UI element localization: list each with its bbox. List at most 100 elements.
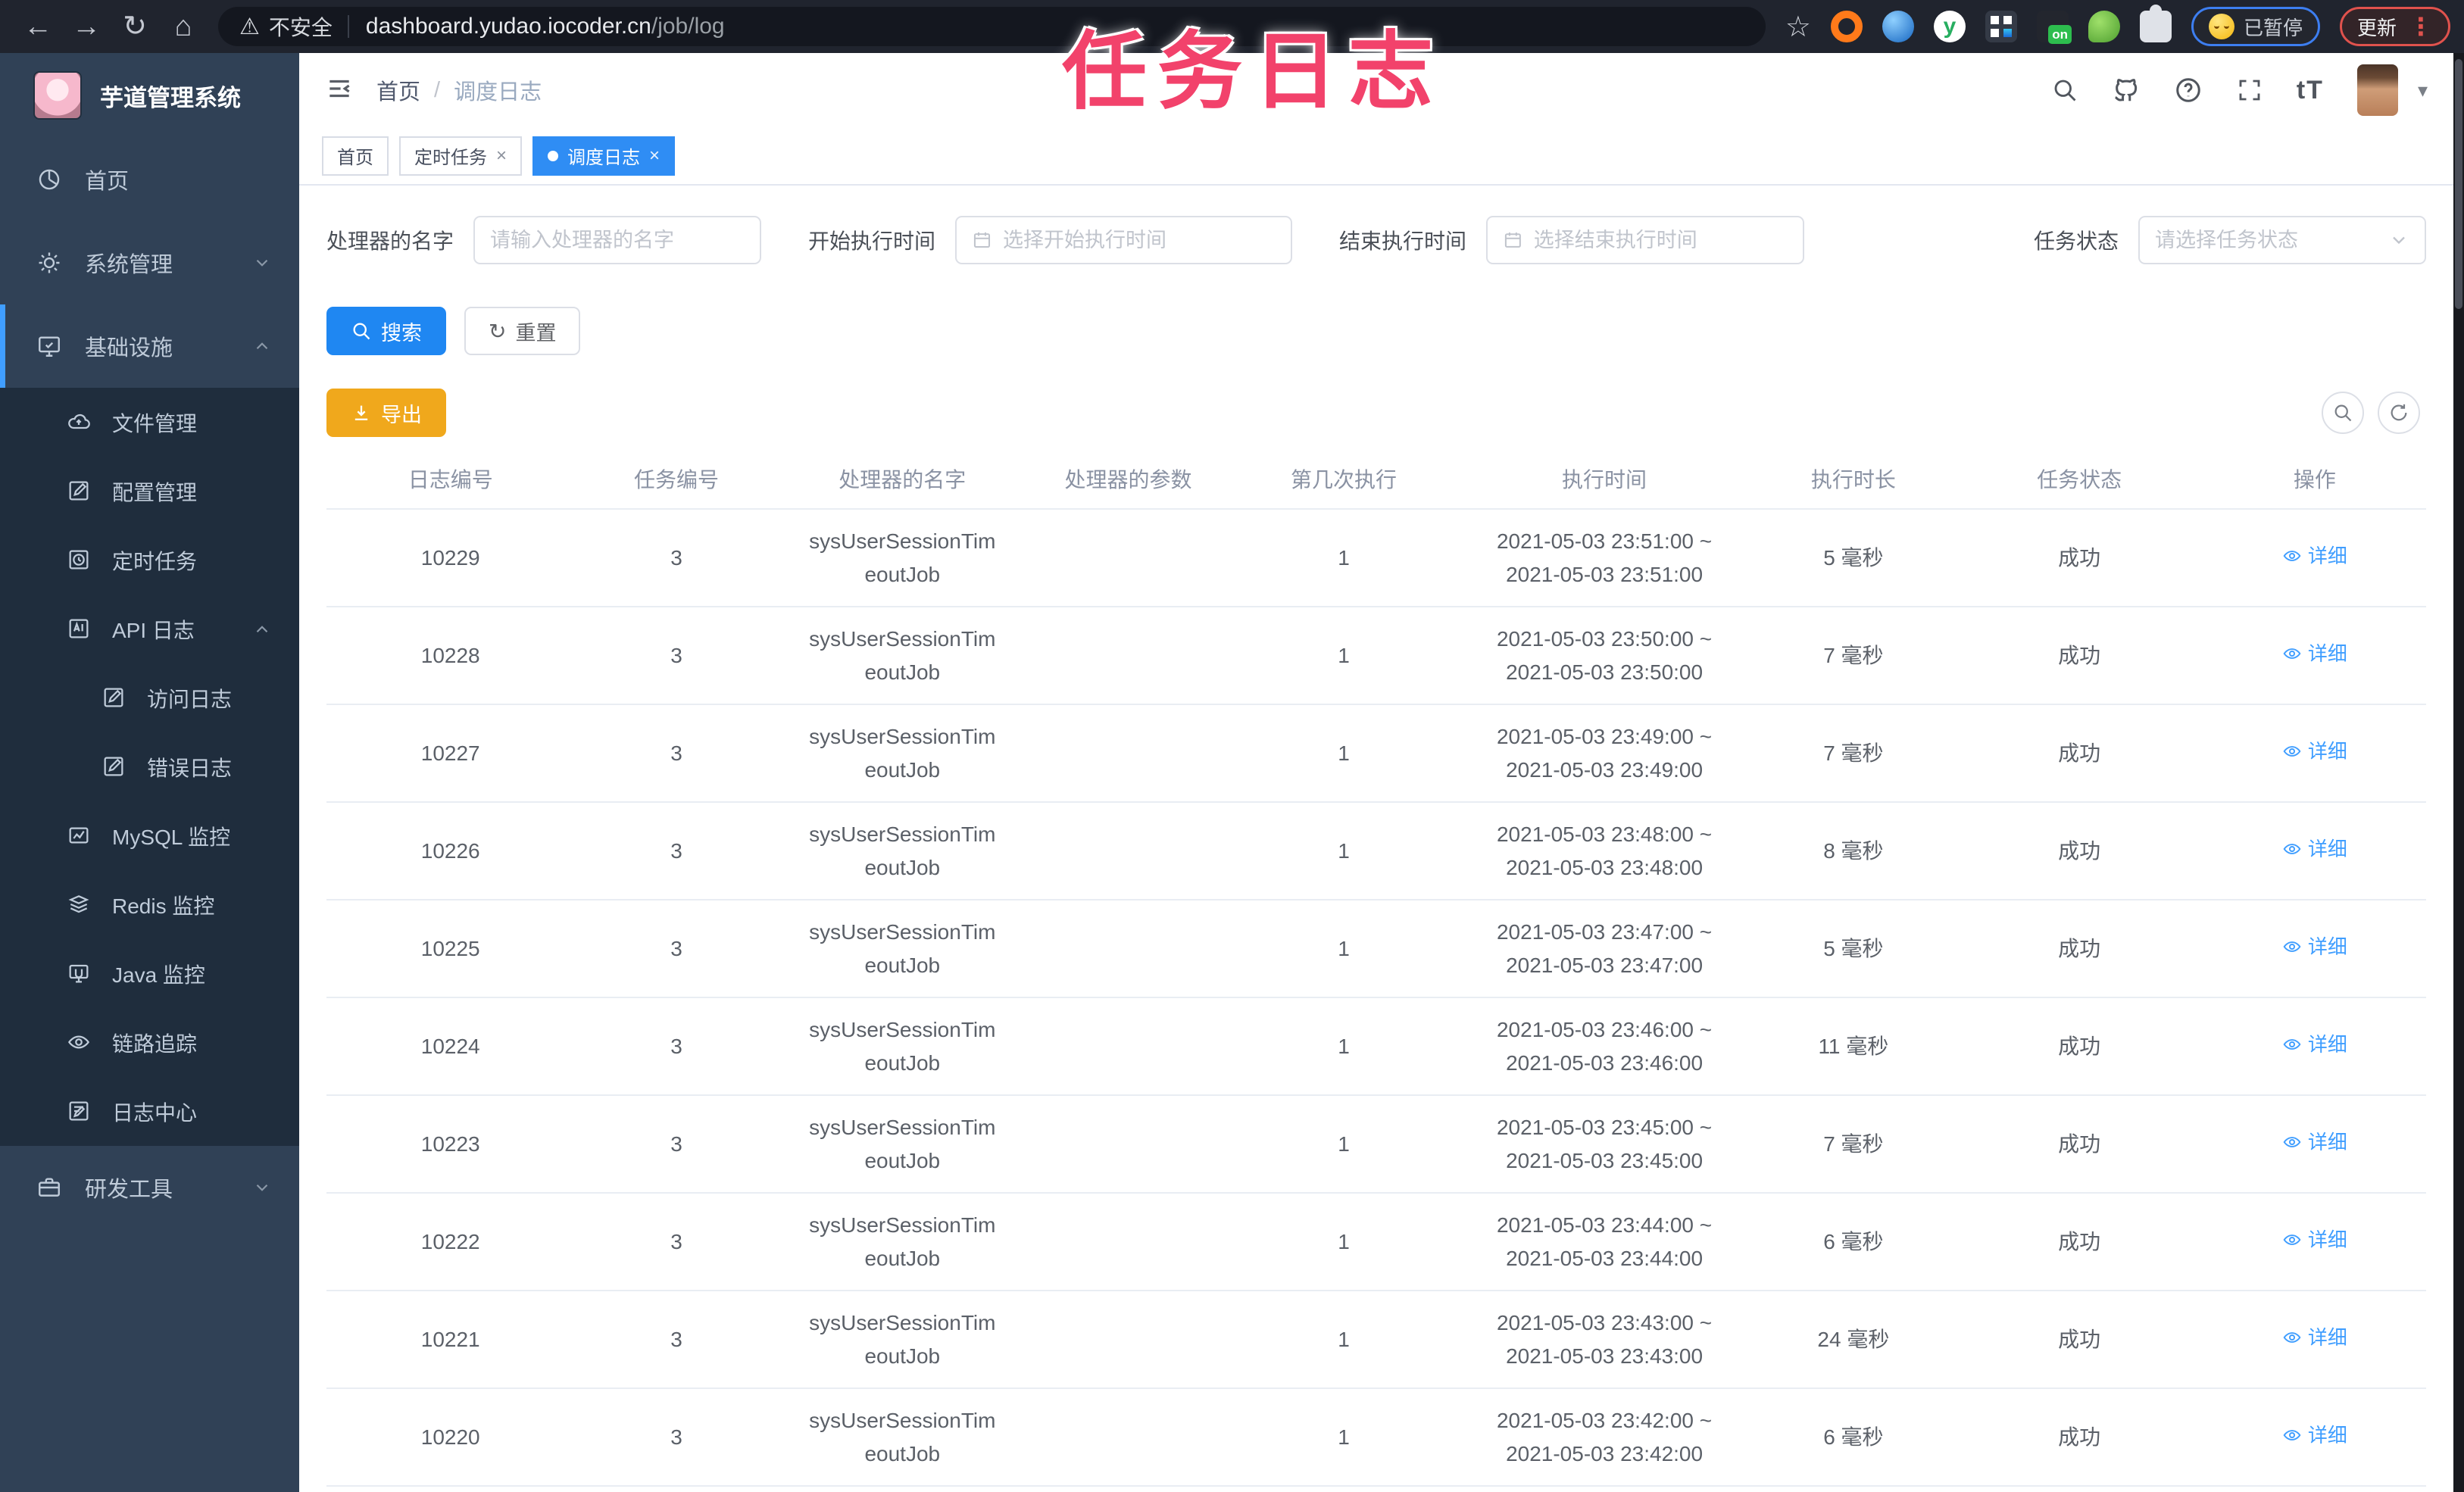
sidebar-item-java-monitor[interactable]: Java 监控	[0, 939, 299, 1008]
detail-link[interactable]: 详细	[2282, 1225, 2347, 1255]
status-cell: 成功	[2058, 545, 2101, 570]
detail-link[interactable]: 详细	[2282, 638, 2347, 669]
job-status-select[interactable]	[2138, 216, 2426, 264]
refresh-table-button[interactable]	[2378, 392, 2420, 434]
browser-scrollbar[interactable]	[2453, 53, 2464, 1492]
status-cell: 成功	[2058, 741, 2101, 765]
sidebar-item-system-mgmt[interactable]: 系统管理	[0, 221, 299, 304]
breadcrumb-home[interactable]: 首页	[376, 74, 420, 106]
sidebar-item-error-log[interactable]: 错误日志	[0, 732, 299, 801]
filter-handler-name: 处理器的名字	[326, 216, 762, 264]
tab-home[interactable]: 首页	[322, 136, 389, 176]
sidebar-item-scheduled-jobs[interactable]: 定时任务	[0, 526, 299, 595]
detail-link[interactable]: 详细	[2282, 1322, 2347, 1353]
chevron-up-icon	[252, 336, 272, 356]
action-cell: 详细	[2203, 1315, 2426, 1365]
sidebar-item-label: 链路追踪	[112, 1032, 198, 1056]
sidebar-item-label: 系统管理	[85, 253, 173, 277]
sidebar-item-label: 日志中心	[112, 1100, 198, 1125]
column-header: 处理器的参数	[1064, 468, 1192, 492]
end-time-input[interactable]	[1533, 228, 1788, 252]
sidebar-item-trace[interactable]: 链路追踪	[0, 1008, 299, 1077]
eye-icon	[2283, 843, 2301, 854]
detail-link[interactable]: 详细	[2282, 736, 2347, 766]
detail-link[interactable]: 详细	[2282, 1029, 2347, 1060]
job-status-input[interactable]	[2155, 228, 2378, 252]
search-icon[interactable]	[2051, 76, 2078, 104]
extension-icon-green-leaf[interactable]	[2088, 11, 2120, 42]
sidebar-fold-icon[interactable]	[325, 74, 354, 107]
sidebar-item-redis-monitor[interactable]: Redis 监控	[0, 870, 299, 939]
sidebar-item-mysql-monitor[interactable]: MySQL 监控	[0, 801, 299, 870]
sidebar-item-infrastructure[interactable]: 基础设施	[0, 304, 299, 388]
browser-forward-icon[interactable]: →	[62, 0, 111, 53]
user-avatar[interactable]	[2356, 64, 2398, 116]
extension-icon-on-switch[interactable]: on	[2036, 11, 2072, 44]
app-logo-row[interactable]: 芋道管理系统	[0, 53, 299, 138]
handler-name-cell: sysUserSessionTim eoutJob	[809, 627, 996, 684]
sidebar-item-home[interactable]: 首页	[0, 138, 299, 221]
log-center-icon	[67, 1099, 92, 1125]
sidebar-item-file-mgmt[interactable]: 文件管理	[0, 388, 299, 457]
execute-count-cell: 1	[1338, 643, 1350, 667]
execute-count-cell: 1	[1338, 1229, 1350, 1253]
github-icon[interactable]	[2112, 76, 2141, 105]
handler-name-input[interactable]	[490, 228, 745, 252]
duration-cell: 11 毫秒	[1818, 1034, 1889, 1058]
extension-icon-green-y[interactable]: y	[1933, 11, 1966, 42]
tab-scheduled-jobs[interactable]: 定时任务 ×	[399, 136, 523, 176]
export-button[interactable]: 导出	[326, 389, 446, 437]
extensions-puzzle-icon[interactable]	[2139, 5, 2172, 42]
address-bar[interactable]: ⚠ 不安全 dashboard.yudao.iocoder.cn/job/log	[218, 7, 1766, 46]
tab-job-log-active[interactable]: 调度日志 ×	[532, 136, 676, 176]
refresh-icon: ↻	[489, 319, 507, 343]
duration-cell: 7 毫秒	[1823, 643, 1884, 667]
detail-link[interactable]: 详细	[2282, 932, 2347, 962]
bookmark-star-icon[interactable]: ☆	[1785, 10, 1811, 44]
detail-link[interactable]: 详细	[2282, 1420, 2347, 1450]
extension-icon-orange-ring[interactable]	[1830, 11, 1863, 42]
handler-param-cell	[1026, 551, 1230, 566]
sidebar-item-dev-tools[interactable]: 研发工具	[0, 1146, 299, 1229]
browser-back-icon[interactable]: ←	[14, 0, 62, 53]
sidebar-item-api-log[interactable]: API 日志	[0, 595, 299, 663]
execute-time-cell: 2021-05-03 23:51:00 ~2021-05-03 23:51:00	[1496, 529, 1713, 586]
column-header: 日志编号	[408, 468, 493, 492]
fullscreen-icon[interactable]	[2236, 76, 2263, 104]
tab-label: 定时任务	[414, 148, 487, 168]
reset-button[interactable]: ↻ 重置	[464, 307, 581, 355]
scrollbar-thumb[interactable]	[2455, 59, 2462, 309]
chevron-down-icon	[2393, 236, 2405, 245]
toggle-search-button[interactable]	[2322, 392, 2364, 434]
browser-home-icon[interactable]: ⌂	[159, 0, 208, 53]
sidebar-item-log-center[interactable]: 日志中心	[0, 1077, 299, 1146]
sidebar-item-label: MySQL 监控	[112, 825, 231, 849]
detail-link[interactable]: 详细	[2282, 1127, 2347, 1157]
detail-link[interactable]: 详细	[2282, 541, 2347, 571]
begin-time-input[interactable]	[1002, 228, 1276, 252]
help-icon[interactable]	[2174, 76, 2203, 105]
execute-count-cell: 1	[1338, 1131, 1350, 1156]
close-icon[interactable]: ×	[649, 145, 660, 167]
sidebar-item-label: Redis 监控	[112, 894, 215, 918]
font-size-icon[interactable]: tT	[2297, 76, 2324, 105]
extension-icon-blue-gem[interactable]	[1882, 11, 1914, 42]
action-cell: 详细	[2203, 1217, 2426, 1267]
duration-cell: 5 毫秒	[1823, 936, 1884, 960]
column-header: 操作	[2293, 468, 2336, 492]
sidebar-item-config-mgmt[interactable]: 配置管理	[0, 457, 299, 526]
execute-time-cell: 2021-05-03 23:46:00 ~2021-05-03 23:46:00	[1496, 1018, 1713, 1075]
avatar-caret-icon[interactable]: ▾	[2418, 79, 2428, 102]
browser-menu-kebab-icon[interactable]: ⋮	[2409, 12, 2433, 41]
not-secure-warning-icon[interactable]: ⚠	[239, 14, 260, 40]
extension-paused-chip[interactable]: 已暂停	[2191, 7, 2320, 46]
sidebar-item-access-log[interactable]: 访问日志	[0, 663, 299, 732]
browser-update-button[interactable]: 更新 ⋮	[2339, 7, 2450, 46]
detail-link[interactable]: 详细	[2282, 834, 2347, 864]
search-button[interactable]: 搜索	[326, 307, 446, 355]
browser-reload-icon[interactable]: ↻	[111, 0, 159, 53]
job-id-cell: 3	[670, 1327, 682, 1351]
close-icon[interactable]: ×	[496, 145, 507, 167]
extension-icon-grid[interactable]	[1985, 11, 2017, 42]
header-actions: tT ▾	[2051, 64, 2428, 116]
